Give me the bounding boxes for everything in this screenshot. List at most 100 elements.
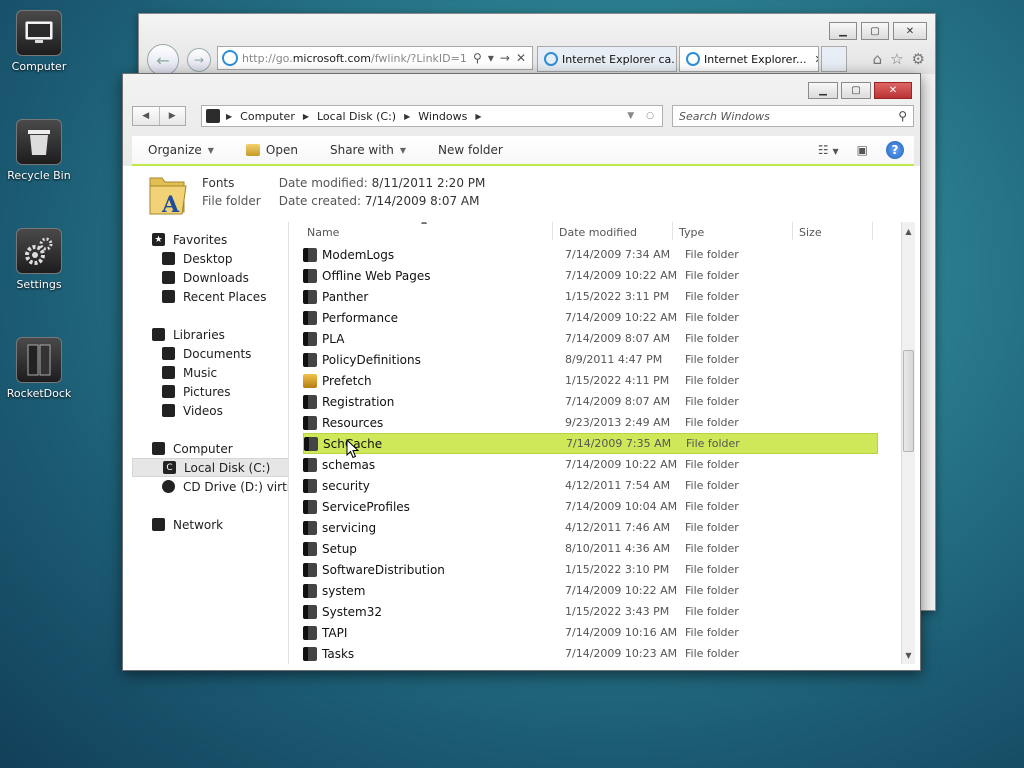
- forward-button[interactable]: →: [187, 48, 211, 72]
- scrollbar-thumb[interactable]: [903, 350, 914, 452]
- drive-icon: C: [163, 461, 176, 474]
- pictures-icon: [162, 385, 175, 398]
- view-options-icon[interactable]: ☷ ▼: [818, 143, 839, 157]
- breadcrumb-windows[interactable]: Windows: [418, 110, 467, 123]
- nav-favorites[interactable]: ★ Favorites: [132, 230, 288, 249]
- explorer-window[interactable]: ▁ ▢ ✕ ◀ ▶ ▶ Computer ▶ Local Disk (C:) ▶…: [122, 73, 921, 671]
- ie-icon: [222, 50, 238, 66]
- desktop-icon-recycle-bin[interactable]: Recycle Bin: [0, 119, 78, 182]
- row-name-cell: Resources: [303, 415, 565, 430]
- chevron-right-icon[interactable]: ▶: [475, 112, 481, 121]
- star-icon[interactable]: ☆: [890, 50, 903, 68]
- go-arrow-icon[interactable]: →: [500, 51, 510, 65]
- breadcrumb-local-disk[interactable]: Local Disk (C:): [317, 110, 396, 123]
- help-icon[interactable]: ?: [886, 141, 904, 159]
- table-row[interactable]: SoftwareDistribution 1/15/2022 3:10 PM Fil…: [303, 559, 878, 580]
- gear-icon[interactable]: ⚙: [912, 50, 925, 68]
- new-folder-button[interactable]: New folder: [422, 143, 519, 157]
- table-row[interactable]: servicing 4/12/2011 7:46 AM File folder: [303, 517, 878, 538]
- back-button[interactable]: ◀: [133, 107, 159, 125]
- row-name: System32: [322, 604, 383, 619]
- nav-downloads[interactable]: Downloads: [132, 268, 288, 287]
- back-button[interactable]: ←: [147, 44, 179, 76]
- desktop-icon-rocketdock[interactable]: RocketDock: [0, 337, 78, 400]
- table-row[interactable]: security 4/12/2011 7:54 AM File folder: [303, 475, 878, 496]
- chevron-down-icon: ▼: [207, 145, 214, 155]
- table-row[interactable]: Resources 9/23/2013 2:49 AM File folder: [303, 412, 878, 433]
- table-row[interactable]: Registration 7/14/2009 8:07 AM File folder: [303, 391, 878, 412]
- maximize-button[interactable]: ▢: [841, 82, 871, 99]
- table-row[interactable]: Panther 1/15/2022 3:11 PM File folder: [303, 286, 878, 307]
- ie-tab-1[interactable]: Internet Explorer ca...: [537, 46, 677, 72]
- row-type: File folder: [685, 647, 739, 660]
- maximize-button[interactable]: ▢: [861, 22, 889, 40]
- breadcrumb[interactable]: ▶ Computer ▶ Local Disk (C:) ▶ Windows ▶…: [201, 105, 663, 127]
- chevron-down-icon[interactable]: ▼: [627, 111, 634, 121]
- search-input[interactable]: Search Windows ⚲: [672, 105, 914, 127]
- minimize-button[interactable]: ▁: [829, 22, 857, 40]
- folder-icon: [303, 604, 317, 619]
- ie-address-bar[interactable]: http://go.microsoft.com/fwlink/?LinkID=1…: [217, 46, 533, 70]
- breadcrumb-computer[interactable]: Computer: [240, 110, 295, 123]
- scroll-down-icon[interactable]: ▼: [902, 648, 915, 662]
- column-header-size[interactable]: Size: [793, 222, 873, 240]
- nav-pictures[interactable]: Pictures: [132, 382, 288, 401]
- close-button[interactable]: ✕: [893, 22, 927, 40]
- desktop-icon-settings[interactable]: Settings: [0, 228, 78, 291]
- close-icon[interactable]: ✕: [516, 51, 526, 65]
- nav-network[interactable]: Network: [132, 515, 288, 534]
- new-tab-button[interactable]: [821, 46, 847, 72]
- column-header-date-modified[interactable]: Date modified: [553, 222, 673, 240]
- preview-pane-icon[interactable]: ▣: [857, 143, 868, 157]
- table-row[interactable]: Prefetch 1/15/2022 4:11 PM File folder: [303, 370, 878, 391]
- chevron-right-icon[interactable]: ▶: [404, 112, 410, 121]
- refresh-icon[interactable]: ○: [646, 111, 654, 121]
- open-button[interactable]: Open: [230, 143, 314, 157]
- column-header-type[interactable]: Type: [673, 222, 793, 240]
- scroll-up-icon[interactable]: ▲: [902, 224, 915, 238]
- table-row[interactable]: schemas 7/14/2009 10:22 AM File folder: [303, 454, 878, 475]
- nav-cd-drive[interactable]: CD Drive (D:) virtio-w: [132, 477, 288, 496]
- row-name: servicing: [322, 520, 377, 535]
- nav-libraries-group: Libraries Documents Music Pictures Video…: [132, 325, 288, 420]
- table-row[interactable]: PLA 7/14/2009 8:07 AM File folder: [303, 328, 878, 349]
- nav-libraries[interactable]: Libraries: [132, 325, 288, 344]
- search-icon[interactable]: ⚲: [473, 51, 482, 65]
- close-tab-icon[interactable]: ✕: [814, 53, 818, 66]
- table-row[interactable]: PolicyDefinitions 8/9/2011 4:47 PM File fo…: [303, 349, 878, 370]
- table-row[interactable]: Offline Web Pages 7/14/2009 10:22 AM File …: [303, 265, 878, 286]
- table-row[interactable]: ServiceProfiles 7/14/2009 10:04 AM File fo…: [303, 496, 878, 517]
- desktop-icon-label: RocketDock: [6, 387, 72, 400]
- nav-local-disk[interactable]: C Local Disk (C:): [132, 458, 288, 477]
- nav-documents[interactable]: Documents: [132, 344, 288, 363]
- close-button[interactable]: ✕: [874, 82, 912, 99]
- table-row[interactable]: Performance 7/14/2009 10:22 AM File folder: [303, 307, 878, 328]
- nav-music[interactable]: Music: [132, 363, 288, 382]
- table-row[interactable]: System32 1/15/2022 3:43 PM File folder: [303, 601, 878, 622]
- nav-recent-places[interactable]: Recent Places: [132, 287, 288, 306]
- table-row[interactable]: TAPI 7/14/2009 10:16 AM File folder: [303, 622, 878, 643]
- row-date-modified: 1/15/2022 3:10 PM: [565, 563, 670, 576]
- ie-tab-2[interactable]: Internet Explorer... ✕: [679, 46, 819, 72]
- minimize-button[interactable]: ▁: [808, 82, 838, 99]
- desktop-icon-computer[interactable]: Computer: [0, 10, 78, 73]
- vertical-scrollbar[interactable]: ▲ ▼: [901, 222, 915, 664]
- share-with-button[interactable]: Share with ▼: [314, 143, 422, 157]
- organize-button[interactable]: Organize ▼: [132, 143, 230, 157]
- nav-computer[interactable]: Computer: [132, 439, 288, 458]
- table-row[interactable]: system 7/14/2009 10:22 AM File folder: [303, 580, 878, 601]
- chevron-right-icon[interactable]: ▶: [226, 112, 232, 121]
- table-row[interactable]: Setup 8/10/2011 4:36 AM File folder: [303, 538, 878, 559]
- folder-icon: [303, 331, 317, 346]
- table-row[interactable]: SchCache 7/14/2009 7:35 AM File folder: [303, 433, 878, 454]
- row-date-modified: 4/12/2011 7:46 AM: [565, 521, 671, 534]
- nav-desktop[interactable]: Desktop: [132, 249, 288, 268]
- table-row[interactable]: ModemLogs 7/14/2009 7:34 AM File folder: [303, 244, 878, 265]
- chevron-right-icon[interactable]: ▶: [303, 112, 309, 121]
- home-icon[interactable]: ⌂: [873, 50, 883, 68]
- forward-button[interactable]: ▶: [158, 107, 186, 125]
- table-row[interactable]: Tasks 7/14/2009 10:23 AM File folder: [303, 643, 878, 664]
- nav-videos[interactable]: Videos: [132, 401, 288, 420]
- row-type: File folder: [685, 542, 739, 555]
- chevron-down-icon[interactable]: ▾: [488, 51, 494, 65]
